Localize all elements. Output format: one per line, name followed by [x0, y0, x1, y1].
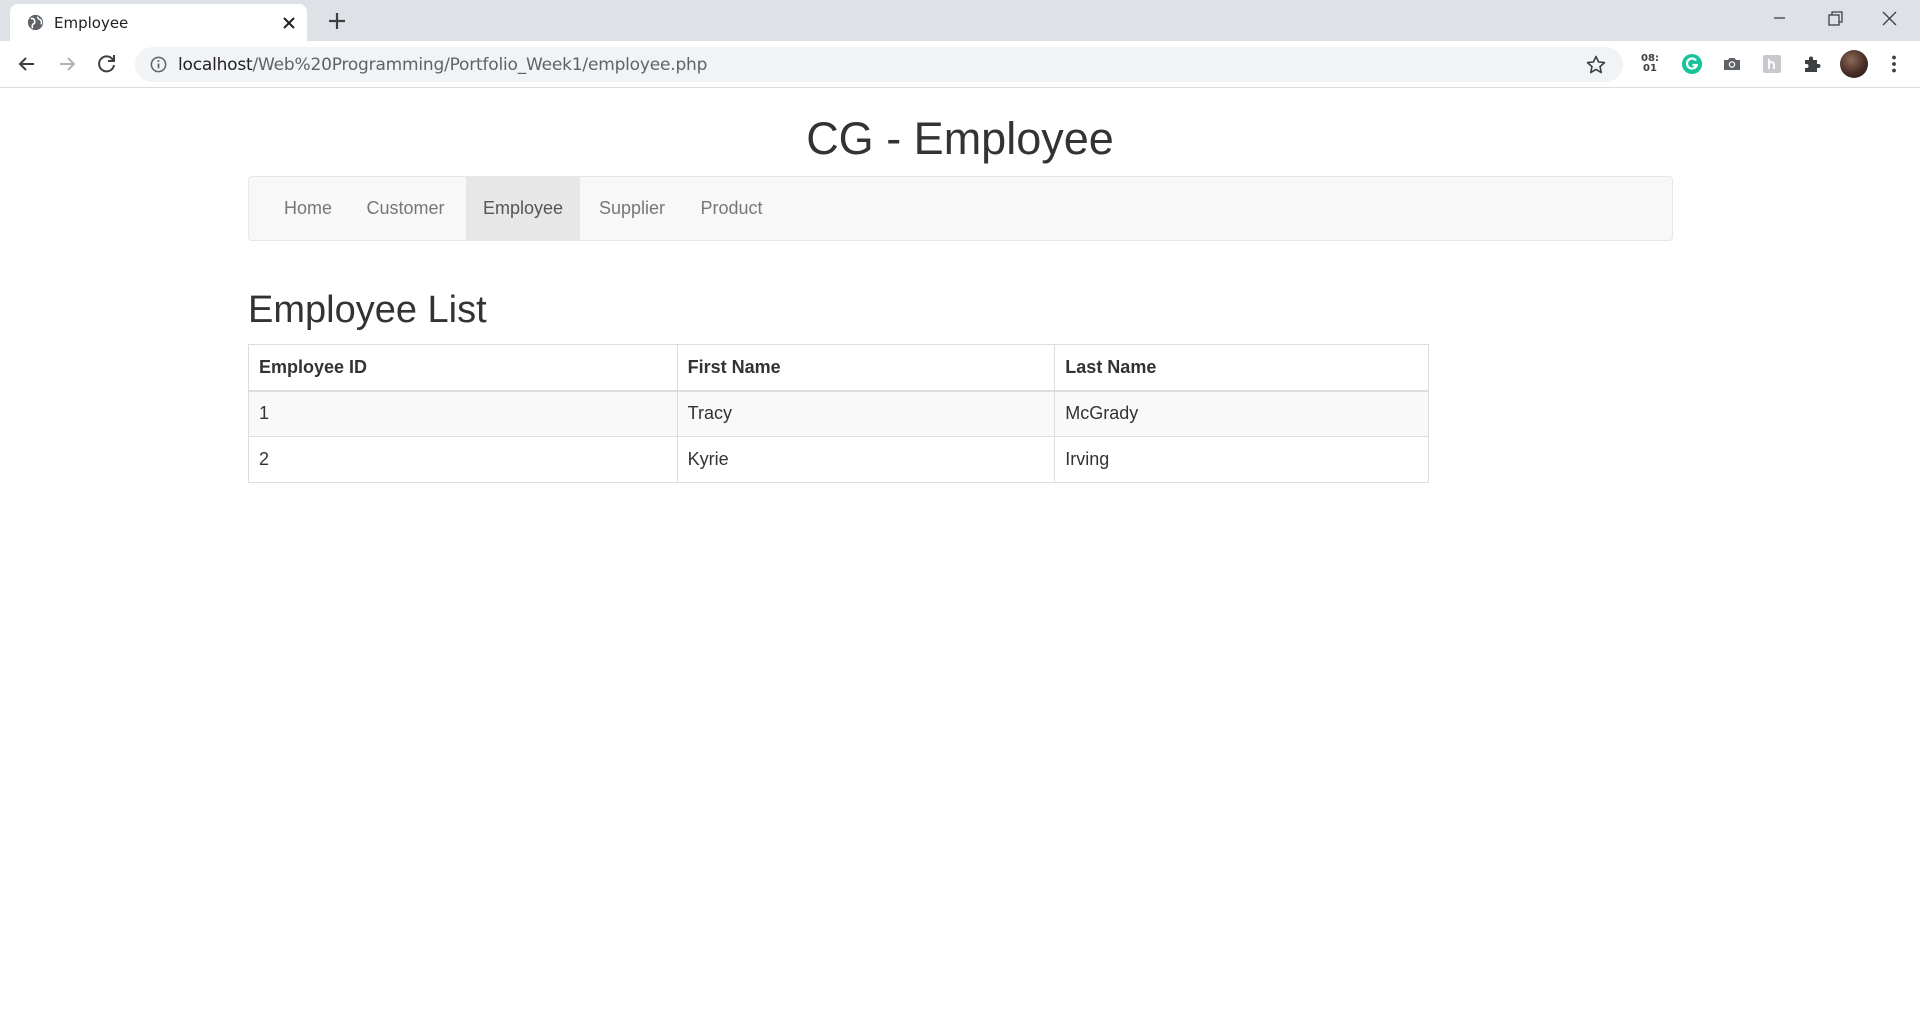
grammarly-icon[interactable] — [1680, 52, 1704, 76]
nav-link-home[interactable]: Home — [268, 177, 348, 240]
column-header-employee-id: Employee ID — [248, 344, 678, 392]
cell-first-name: Kyrie — [676, 436, 1056, 483]
table-header-row: Employee ID First Name Last Name — [248, 344, 1429, 392]
browser-tab[interactable]: Employee — [10, 4, 307, 41]
cell-first-name: Tracy — [676, 390, 1056, 437]
browser-toolbar: localhost/Web%20Programming/Portfolio_We… — [0, 41, 1920, 88]
main-navbar: Home Customer Employee Supplier Product — [248, 176, 1673, 241]
cell-last-name: McGrady — [1054, 390, 1429, 437]
page-content: CG - Employee Home Customer Employee Sup… — [0, 89, 1920, 1030]
section-title: Employee List — [248, 289, 487, 331]
url-path: /Web%20Programming/Portfolio_Week1/emplo… — [252, 55, 708, 75]
column-header-first-name: First Name — [676, 344, 1056, 392]
table-row: 1 Tracy McGrady — [248, 390, 1429, 437]
nav-link-employee[interactable]: Employee — [466, 177, 580, 240]
url-text[interactable]: localhost/Web%20Programming/Portfolio_We… — [178, 55, 707, 75]
nav-link-product[interactable]: Product — [684, 177, 779, 240]
table-row: 2 Kyrie Irving — [248, 436, 1429, 483]
globe-icon — [27, 14, 44, 31]
clock-extension-icon[interactable]: 08: 01 — [1638, 52, 1662, 76]
cell-employee-id: 2 — [248, 436, 678, 483]
forward-arrow-icon[interactable] — [54, 51, 80, 77]
nav-link-customer[interactable]: Customer — [348, 177, 463, 240]
nav-link-supplier[interactable]: Supplier — [580, 177, 684, 240]
url-host: localhost — [178, 55, 253, 75]
profile-avatar[interactable] — [1840, 50, 1868, 78]
close-icon[interactable] — [280, 14, 298, 32]
plus-icon[interactable] — [326, 10, 348, 32]
reload-icon[interactable] — [94, 51, 120, 77]
window-close-icon[interactable] — [1868, 6, 1912, 36]
cell-employee-id: 1 — [248, 390, 678, 437]
tab-title: Employee — [54, 14, 129, 32]
maximize-icon[interactable] — [1812, 6, 1856, 36]
menu-dots-icon[interactable] — [1882, 52, 1906, 76]
extension-hub-icon[interactable] — [1760, 52, 1784, 76]
column-header-last-name: Last Name — [1054, 344, 1429, 392]
info-icon[interactable] — [149, 55, 168, 74]
employee-table: Employee ID First Name Last Name 1 Tracy… — [248, 344, 1429, 483]
cell-last-name: Irving — [1054, 436, 1429, 483]
star-icon[interactable] — [1585, 54, 1607, 76]
back-arrow-icon[interactable] — [14, 51, 40, 77]
tab-strip: Employee — [0, 0, 1920, 41]
address-bar[interactable]: localhost/Web%20Programming/Portfolio_We… — [135, 47, 1623, 82]
minimize-icon[interactable] — [1757, 6, 1801, 36]
puzzle-icon[interactable] — [1800, 52, 1824, 76]
clock-minute: 01 — [1643, 63, 1657, 74]
site-title: CG - Employee — [806, 113, 1114, 164]
camera-icon[interactable] — [1720, 52, 1744, 76]
